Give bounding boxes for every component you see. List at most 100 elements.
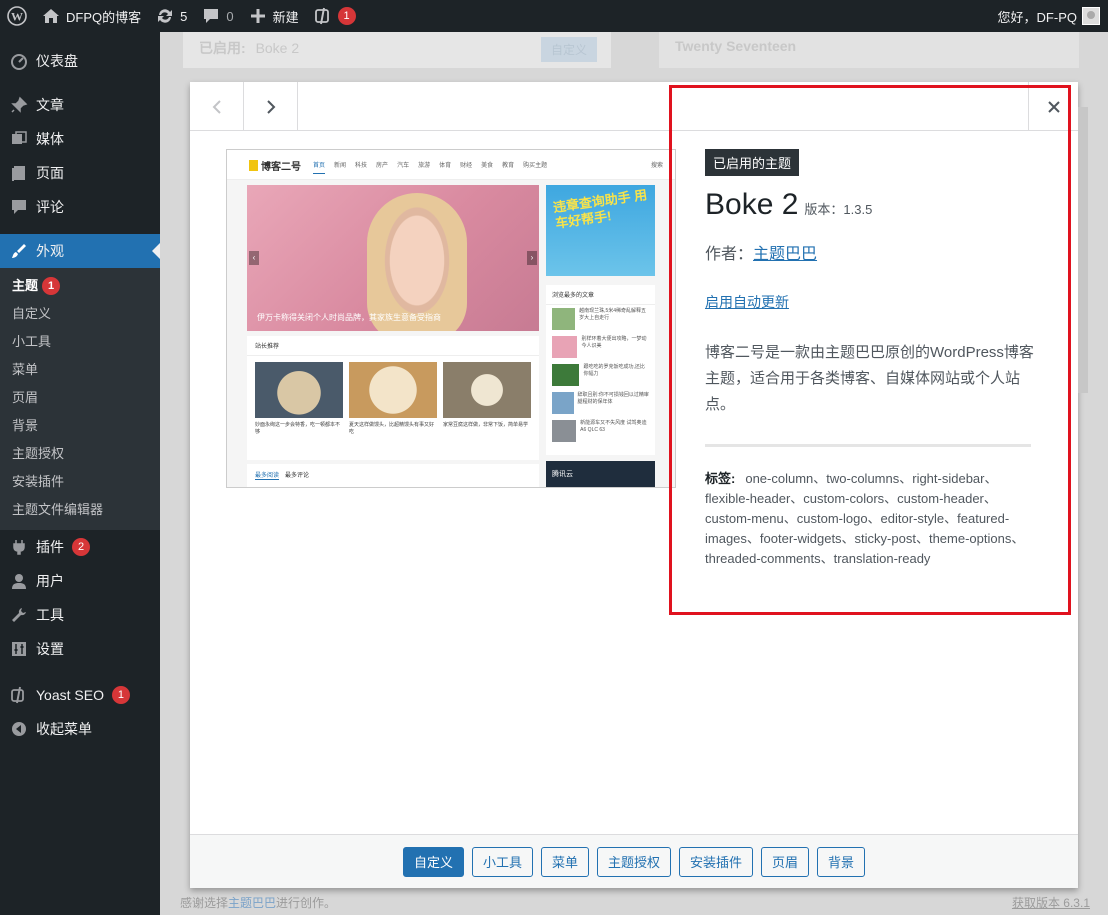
tags-label: 标签: [705,471,736,486]
menu-label: 文章 [36,97,64,113]
active-label: 已启用: [199,40,246,56]
wrench-icon [10,606,28,624]
theme-author: 作者：主题巴巴 [705,240,1035,264]
ss-food-caption: 妙面永绚这一步会特香，吃一顿都本不够 [255,422,341,435]
submenu-menus[interactable]: 菜单 [0,356,160,384]
menu-settings[interactable]: 设置 [0,632,160,666]
other-theme-card: Twenty Seventeen [659,32,1079,68]
theme-license-button[interactable]: 主题授权 [596,846,671,877]
dashboard-icon [10,52,28,70]
svg-text:W: W [11,10,23,24]
previous-theme-button[interactable] [190,82,244,131]
submenu-themes[interactable]: 主题 1 [0,272,160,300]
new-label: 新建 [272,9,299,25]
submenu-label: 页眉 [12,390,39,405]
menu-label: 用户 [36,573,64,589]
account-menu[interactable]: 您好，DF-PQ [991,0,1108,32]
submenu-theme-editor[interactable]: 主题文件编辑器 [0,496,160,524]
ss-side-item: 跟吃吃的罗克饭吃成功,还比你幅力 [546,361,655,389]
collapse-menu[interactable]: 收起菜单 [0,712,160,746]
theme-description: 博客二号是一款由主题巴巴原创的WordPress博客主题，适合用于各类博客、自媒… [705,344,1034,413]
menu-tools[interactable]: 工具 [0,598,160,632]
updates-link[interactable]: 5 [148,0,194,32]
pin-icon [10,96,28,114]
admin-sidebar: 仪表盘 文章 媒体 页面 评论 外观 主题 1 自定义 小工具 菜单 页眉 背景… [0,32,160,915]
next-theme-button[interactable] [244,82,298,131]
menu-comments[interactable]: 评论 [0,190,160,224]
ss-tabs: 最多阅读 最多评论 [247,464,539,487]
submenu-install-plugins[interactable]: 安装插件 [0,468,160,496]
author-link[interactable]: 主题巴巴 [753,246,817,263]
settings-icon [10,640,28,658]
customize-button[interactable]: 自定义 [540,37,597,62]
divider [705,444,1031,447]
yoast-link[interactable]: 1 [306,0,363,32]
scrollbar-thumb[interactable] [1078,107,1088,393]
theme-screenshot: 博客二号 首页 新闻 科技 房产 汽车 旅游 体育 财经 美食 教育 购买主题 搜索 ‹ › 伊万卡… [226,149,676,488]
menu-dashboard[interactable]: 仪表盘 [0,44,160,78]
active-theme-name: Boke 2 [255,40,300,56]
customize-button[interactable]: 自定义 [402,846,464,877]
theme-name: Boke 2 版本：1.3.5 [705,188,1035,222]
submenu-widgets[interactable]: 小工具 [0,328,160,356]
menus-button[interactable]: 菜单 [540,846,589,877]
footer-version[interactable]: 获取版本 6.3.1 [1012,894,1090,911]
background-button[interactable]: 背景 [817,846,866,877]
ss-hero-caption: 伊万卡称得关闭个人时尚品牌，其家族生意备受指商 [257,313,441,322]
menu-posts[interactable]: 文章 [0,88,160,122]
footer-thanks: 感谢选择主题巴巴进行创作。 [180,896,337,910]
ss-food-image [443,362,531,418]
ss-side-item: 辞职且别:你不可损钱回以过精审腿程财的保年体 [546,389,655,417]
themes-badge: 1 [42,277,61,295]
ss-hero-image: ‹ › 伊万卡称得关闭个人时尚品牌，其家族生意备受指商 [247,185,539,331]
site-name: DFPQ的博客 [66,9,142,25]
ss-search: 搜索 [650,163,663,169]
yoast-badge: 1 [337,7,356,25]
close-button[interactable] [1028,82,1078,131]
wp-logo-icon[interactable]: W [0,0,34,32]
ss-food-image [255,362,343,418]
menu-label: 评论 [36,199,64,215]
menu-label: 页面 [36,165,64,181]
theme-title: Boke 2 [705,188,799,221]
ss-side-title: 浏览最多的文章 [546,285,655,305]
menu-users[interactable]: 用户 [0,564,160,598]
submenu-label: 菜单 [12,362,39,377]
ss-prev-arrow: ‹ [249,251,259,265]
ss-ad-banner: 违章查询助手 用车好帮手! [546,185,655,276]
menu-label: 外观 [36,243,64,259]
ss-recommend: 站长推荐 妙面永绚这一步会特香，吃一顿都本不够 夏天这样做馒头，比超精馒头有事又… [247,336,539,460]
user-icon [10,572,28,590]
appearance-submenu: 主题 1 自定义 小工具 菜单 页眉 背景 主题授权 安装插件 主题文件编辑器 [0,268,160,530]
menu-label: 收起菜单 [36,721,92,737]
menu-appearance[interactable]: 外观 [0,234,160,268]
submenu-header[interactable]: 页眉 [0,384,160,412]
ss-rec-title: 站长推荐 [247,336,539,356]
ss-food-caption: 夏天这样做馒头，比超精馒头有事又好吃 [349,422,435,435]
comments-link[interactable]: 0 [194,0,240,32]
page-icon [10,164,28,182]
widgets-button[interactable]: 小工具 [471,846,533,877]
chevron-right-icon [266,99,275,114]
comment-icon [204,9,219,23]
submenu-customize[interactable]: 自定义 [0,300,160,328]
admin-bar: W DFPQ的博客 5 0 新建 1 您好，DF-PQ [0,0,1108,32]
active-theme-card: 已启用: Boke 2 自定义 [183,32,611,68]
menu-media[interactable]: 媒体 [0,122,160,156]
header-button[interactable]: 页眉 [761,846,810,877]
submenu-label: 自定义 [12,306,52,321]
submenu-theme-license[interactable]: 主题授权 [0,440,160,468]
install-plugins-button[interactable]: 安装插件 [679,846,754,877]
plus-icon [250,9,265,23]
new-content-link[interactable]: 新建 [241,0,306,32]
submenu-label: 主题文件编辑器 [12,502,104,517]
menu-pages[interactable]: 页面 [0,156,160,190]
site-name-link[interactable]: DFPQ的博客 [34,0,148,32]
ss-food-image [349,362,437,418]
menu-yoast[interactable]: Yoast SEO 1 [0,678,160,712]
enable-auto-update-link[interactable]: 启用自动更新 [705,292,789,312]
submenu-background[interactable]: 背景 [0,412,160,440]
modal-header [190,82,1078,131]
menu-plugins[interactable]: 插件 2 [0,530,160,564]
ss-side-item: 新能源车又不失风度 试驾奥迪A6 QLC 63 [546,417,655,445]
